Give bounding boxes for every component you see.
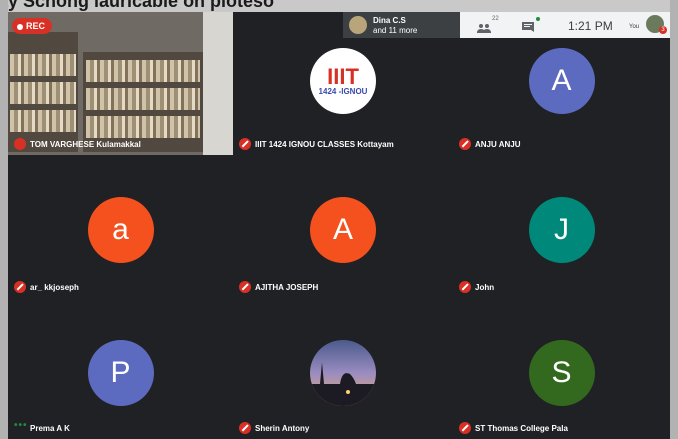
background-strip: ay Schong lauricable on pioteso	[0, 0, 678, 12]
books-row	[10, 82, 76, 104]
meeting-grid: REC TOM VARGHESE Kulamakkal IIIT 1424 -I…	[8, 12, 670, 439]
avatar: J	[528, 197, 595, 263]
mic-off-icon	[239, 281, 251, 293]
mic-off-icon	[459, 138, 471, 150]
speaking-indicator-icon: •••	[14, 420, 28, 431]
chat-svg	[522, 22, 534, 32]
background-caption: ay Schong lauricable on pioteso	[0, 0, 275, 11]
participant-name: Prema A K	[30, 424, 70, 433]
background-left	[0, 0, 8, 439]
participant-name: AJITHA JOSEPH	[255, 283, 319, 292]
tile-john[interactable]: J John	[453, 155, 670, 298]
people-icon[interactable]	[476, 20, 492, 33]
avatar: P	[87, 340, 154, 406]
chat-icon[interactable]	[522, 19, 534, 32]
logo-text-bottom: 1424 -IGNOU	[318, 87, 368, 96]
avatar: a	[87, 197, 154, 263]
background-right	[670, 0, 678, 439]
people-svg	[477, 24, 491, 33]
mic-off-icon	[459, 281, 471, 293]
books-row	[86, 116, 200, 138]
notification-badge: 3	[659, 26, 667, 34]
clock: 1:21 PM	[568, 19, 613, 33]
presenter-name: Dina C.S	[373, 16, 406, 25]
mic-off-icon	[459, 422, 471, 434]
tile-prema[interactable]: P ••• Prema A K	[8, 298, 233, 439]
tile-ajitha[interactable]: A AJITHA JOSEPH	[233, 155, 453, 298]
mic-off-icon	[14, 138, 26, 150]
books-row	[10, 110, 76, 132]
mic-off-icon	[239, 422, 251, 434]
avatar: A	[528, 48, 595, 114]
participant-name: John	[475, 283, 495, 292]
top-controls: 22 1:21 PM You 3	[460, 12, 670, 38]
avatar: A	[310, 197, 376, 263]
wall	[203, 12, 233, 155]
participant-name: ar_ kkjoseph	[30, 283, 79, 292]
mic-off-icon	[14, 281, 26, 293]
sunset-photo-icon	[310, 340, 376, 406]
participant-name: TOM VARGHESE Kulamakkal	[30, 140, 141, 149]
tile-sherin[interactable]: Sherin Antony	[233, 298, 453, 439]
people-count: 22	[492, 16, 499, 22]
participant-name: ANJU ANJU	[475, 140, 521, 149]
participant-name: ST Thomas College Pala	[475, 424, 568, 433]
books-row	[86, 88, 200, 110]
tile-arkkjoseph[interactable]: a ar_ kkjoseph	[8, 155, 233, 298]
rec-badge: REC	[12, 18, 53, 34]
tile-st-thomas[interactable]: S ST Thomas College Pala	[453, 298, 670, 439]
logo-avatar: IIIT 1424 -IGNOU	[310, 48, 376, 114]
logo-text-top: IIIT	[327, 64, 359, 89]
presenter-avatar	[349, 16, 367, 34]
books-row	[86, 60, 200, 82]
participant-name: IIIT 1424 IGNOU CLASSES Kottayam	[255, 140, 394, 149]
avatar: S	[528, 340, 595, 406]
presenter-chip[interactable]: Dina C.S and 11 more	[343, 12, 460, 38]
profile-photo	[310, 340, 376, 406]
chat-badge	[536, 17, 540, 21]
you-label: You	[629, 24, 640, 30]
tile-video[interactable]: REC TOM VARGHESE Kulamakkal	[8, 12, 233, 155]
mic-off-icon	[239, 138, 251, 150]
participant-name: Sherin Antony	[255, 424, 310, 433]
books-row	[10, 54, 76, 76]
presenter-more: and 11 more	[373, 26, 418, 35]
